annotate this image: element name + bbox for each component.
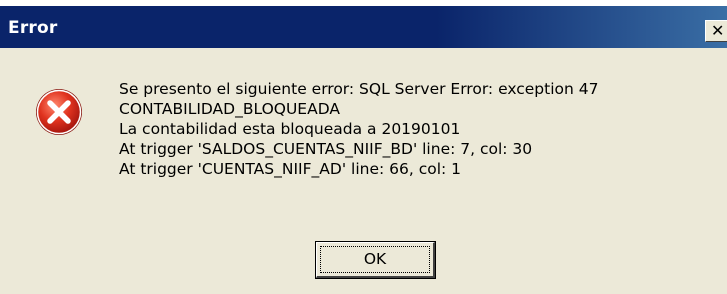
ok-button[interactable]: OK — [315, 241, 436, 279]
message-line: Se presento el siguiente error: SQL Serv… — [119, 80, 599, 98]
title-bar[interactable]: Error ✕ — [0, 6, 727, 48]
ok-button-label: OK — [363, 250, 387, 268]
error-icon — [36, 89, 82, 135]
error-message: Se presento el siguiente error: SQL Serv… — [119, 79, 725, 179]
message-line: CONTABILIDAD_BLOQUEADA — [119, 100, 340, 118]
error-dialog: Error ✕ Se presento el siguiente error: … — [0, 6, 727, 294]
message-line: At trigger 'SALDOS_CUENTAS_NIIF_BD' line… — [119, 140, 533, 158]
dialog-title: Error — [8, 18, 58, 38]
close-button[interactable]: ✕ — [705, 20, 727, 42]
message-line: La contabilidad esta bloqueada a 2019010… — [119, 120, 461, 138]
message-line: At trigger 'CUENTAS_NIIF_AD' line: 66, c… — [119, 160, 462, 178]
close-icon: ✕ — [711, 21, 725, 40]
